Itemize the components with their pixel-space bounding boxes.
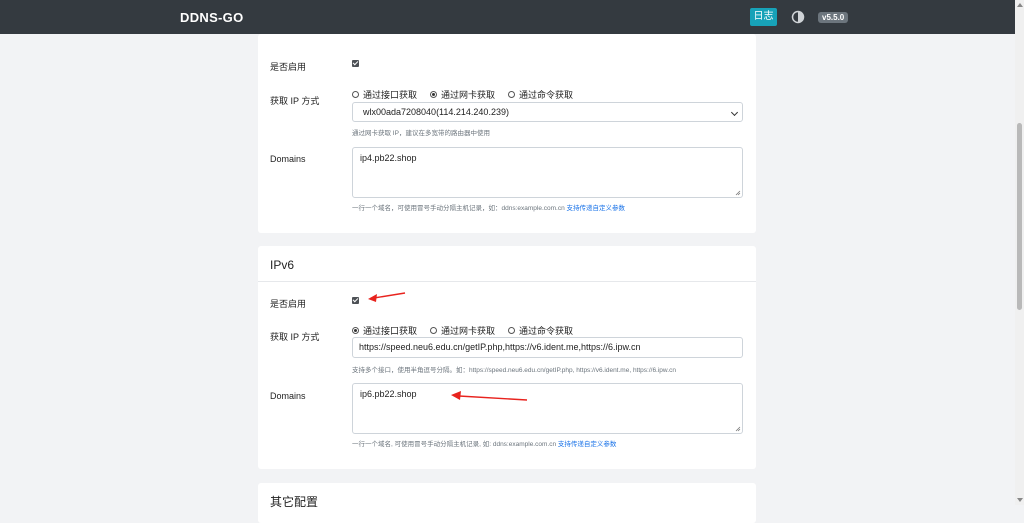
radio-label: 通过网卡获取 xyxy=(441,89,496,100)
ipv6-method-cmd-radio[interactable]: 通过命令获取 xyxy=(508,324,573,336)
resize-grip-icon[interactable] xyxy=(735,190,741,196)
ipv6-enabled-checkbox[interactable] xyxy=(352,297,359,304)
ipv4-method-nic-radio[interactable]: 通过网卡获取 xyxy=(430,88,495,100)
ipv6-domains-label: Domains xyxy=(270,391,306,401)
ipv6-enabled-label: 是否启用 xyxy=(270,299,307,309)
ipv4-domains-help-text: 一行一个域名，可使用冒号手动分隔主机记录，如：ddns:example.com.… xyxy=(352,205,565,212)
ipv6-domains-help-text: 一行一个域名, 可使用冒号手动分隔主机记录, 如: ddns:example.c… xyxy=(352,441,557,448)
ipv6-card: IPv6 是否启用 获取 IP 方式 通过接口获取 通过网卡获取 通过命令获取 … xyxy=(258,246,756,469)
other-config-header: 其它配置 xyxy=(258,483,756,523)
ipv4-domains-value: ip4.pb22.shop xyxy=(360,153,417,163)
ipv4-domains-label: Domains xyxy=(270,154,306,164)
ipv4-enabled-checkbox[interactable] xyxy=(352,60,359,67)
ipv4-card: 是否启用 获取 IP 方式 通过接口获取 通过网卡获取 通过命令获取 wlx00… xyxy=(258,34,756,233)
version-badge: v5.5.0 xyxy=(818,12,849,23)
radio-dot xyxy=(508,326,515,334)
ipv6-domains-value: ip6.pb22.shop xyxy=(360,389,417,399)
scroll-thumb[interactable] xyxy=(1017,123,1022,310)
app-brand[interactable]: DDNS-GO xyxy=(180,10,244,25)
log-button[interactable]: 日志 xyxy=(750,8,777,26)
ipv4-interface-help: 通过网卡获取 IP，建议在多宽带的路由器中使用 xyxy=(352,130,490,137)
radio-label: 通过网卡获取 xyxy=(441,325,496,336)
ipv4-domains-help: 一行一个域名，可使用冒号手动分隔主机记录，如：ddns:example.com.… xyxy=(352,202,625,212)
ipv4-interface-value: wlx00ada7208040(114.214.240.239) xyxy=(363,107,509,117)
ipv4-enabled-label: 是否启用 xyxy=(270,62,307,72)
ipv6-method-nic-radio[interactable]: 通过网卡获取 xyxy=(430,324,495,336)
radio-label: 通过命令获取 xyxy=(519,325,574,336)
radio-label: 通过接口获取 xyxy=(363,89,418,100)
scroll-down-icon[interactable] xyxy=(1017,498,1023,502)
radio-label: 通过接口获取 xyxy=(363,325,418,336)
ipv4-method-api-radio[interactable]: 通过接口获取 xyxy=(352,88,417,100)
ipv6-method-api-radio[interactable]: 通过接口获取 xyxy=(352,324,417,336)
resize-grip-icon[interactable] xyxy=(735,426,741,432)
radio-dot xyxy=(352,90,359,98)
other-config-card: 其它配置 xyxy=(258,483,756,523)
ipv6-card-header: IPv6 xyxy=(258,246,756,282)
ipv6-method-label: 获取 IP 方式 xyxy=(270,332,320,342)
scroll-up-icon[interactable] xyxy=(1017,3,1023,7)
ipv6-url-help: 支持多个接口，使用半角逗号分隔。如：https://speed.neu6.edu… xyxy=(352,367,676,374)
radio-dot xyxy=(508,90,515,98)
radio-dot xyxy=(430,326,437,334)
ipv6-title: IPv6 xyxy=(270,258,295,272)
radio-dot xyxy=(430,90,437,98)
ipv6-custom-params-link[interactable]: 支持传递自定义参数 xyxy=(558,441,617,448)
top-navbar: DDNS-GO 日志 v5.5.0 xyxy=(0,0,1015,34)
ipv4-method-label: 获取 IP 方式 xyxy=(270,96,320,106)
ipv4-domains-textarea[interactable]: ip4.pb22.shop xyxy=(352,147,743,198)
ipv4-interface-select[interactable]: wlx00ada7208040(114.214.240.239) xyxy=(352,102,743,122)
page-scrollbar[interactable] xyxy=(1015,0,1024,505)
radio-dot xyxy=(352,326,359,334)
ipv4-method-cmd-radio[interactable]: 通过命令获取 xyxy=(508,88,573,100)
ipv6-domains-help: 一行一个域名, 可使用冒号手动分隔主机记录, 如: ddns:example.c… xyxy=(352,438,616,448)
chevron-down-icon xyxy=(730,108,739,117)
annotation-arrow-checkbox xyxy=(368,292,406,302)
ipv4-custom-params-link[interactable]: 支持传递自定义参数 xyxy=(567,205,626,212)
ipv6-domains-textarea[interactable]: ip6.pb22.shop xyxy=(352,383,743,434)
radio-label: 通过命令获取 xyxy=(519,89,574,100)
annotation-arrow-domains xyxy=(451,391,528,401)
ipv6-url-input[interactable]: https://speed.neu6.edu.cn/getIP.php,http… xyxy=(352,337,743,358)
theme-toggle-icon[interactable] xyxy=(791,10,805,24)
other-config-title: 其它配置 xyxy=(270,495,319,509)
